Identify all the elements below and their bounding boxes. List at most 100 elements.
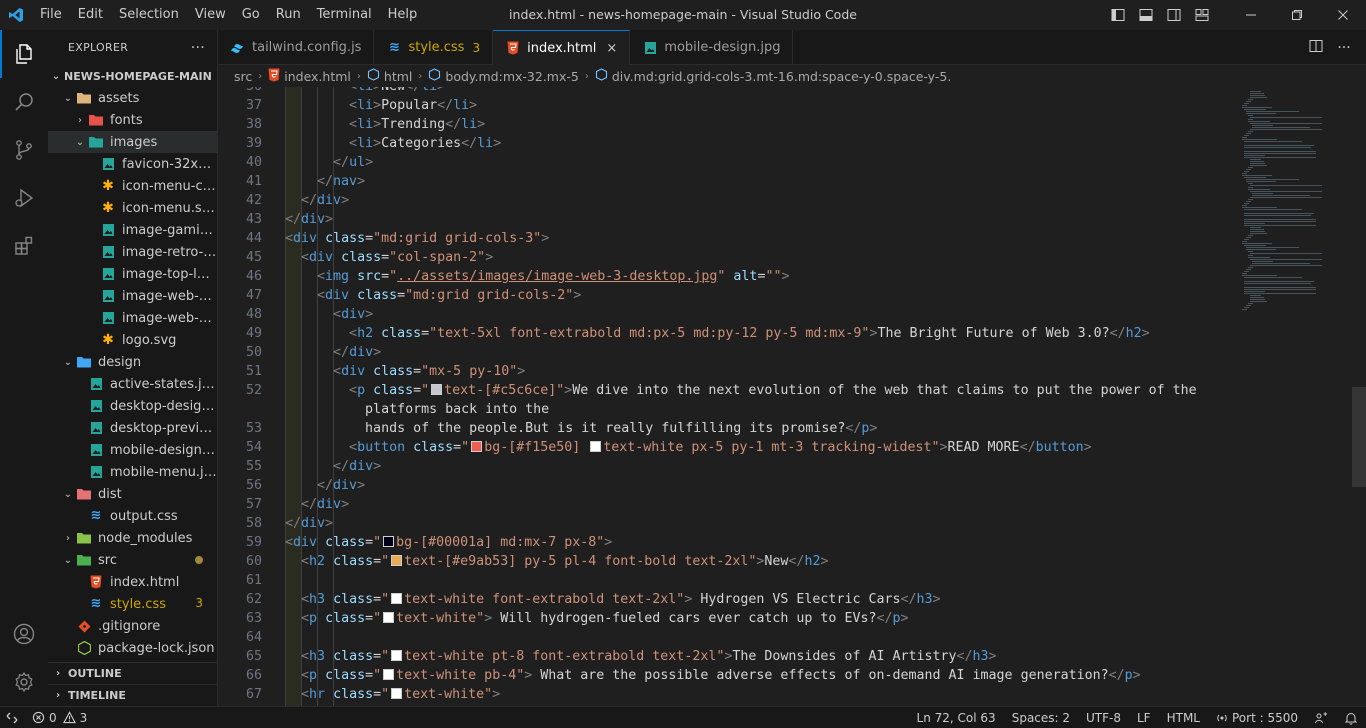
code-line[interactable]: 40 </ul> <box>218 153 1366 172</box>
code-line[interactable]: 60 <h2 class=" text-[#e9ab53] py-5 pl-4 f… <box>218 552 1366 571</box>
code-line[interactable]: 38 <li>Trending</li> <box>218 115 1366 134</box>
file-item[interactable]: mobile-menu.jpg <box>48 461 217 483</box>
code-line[interactable]: platforms back into the <box>218 400 1366 419</box>
explorer-icon[interactable] <box>0 30 48 78</box>
code-line[interactable]: 37 <li>Popular</li> <box>218 96 1366 115</box>
code-line[interactable]: 42 </div> <box>218 191 1366 210</box>
feedback-icon[interactable] <box>1306 711 1336 725</box>
code-line[interactable]: 57 </div> <box>218 495 1366 514</box>
color-swatch[interactable] <box>391 688 403 699</box>
code-line[interactable]: 67 <hr class=" text-white"> <box>218 685 1366 704</box>
code-line[interactable]: 51 <div class="mx-5 py-10"> <box>218 362 1366 381</box>
breadcrumb-item[interactable]: div.md:grid.grid-cols-3.mt-16.md:space-y… <box>612 69 951 84</box>
code-line[interactable]: 48 <div> <box>218 305 1366 324</box>
color-swatch[interactable] <box>471 441 483 452</box>
code-line[interactable]: 44 <div class="md:grid grid-cols-3"> <box>218 229 1366 248</box>
breadcrumb-item[interactable]: html <box>384 69 412 84</box>
file-item[interactable]: mobile-design.jpg <box>48 439 217 461</box>
restore-icon[interactable] <box>1274 0 1320 30</box>
toggle-primary-sidebar-icon[interactable] <box>1104 0 1132 30</box>
file-item[interactable]: image-top-lapt... <box>48 263 217 285</box>
code-line[interactable]: 54 <button class=" bg-[#f15e50] text-whit… <box>218 438 1366 457</box>
source-control-icon[interactable] <box>0 126 48 174</box>
folder-item[interactable]: ⌄ assets <box>48 87 217 109</box>
cursor-position[interactable]: Ln 72, Col 63 <box>909 707 1004 728</box>
color-swatch[interactable] <box>383 536 395 547</box>
menu-go[interactable]: Go <box>234 0 268 30</box>
code-line[interactable]: 41 </nav> <box>218 172 1366 191</box>
code-line[interactable]: 53 hands of the people.But is it really … <box>218 419 1366 438</box>
folder-item[interactable]: ⌄ dist <box>48 483 217 505</box>
code-line[interactable]: 52 <p class=" text-[#c5c6ce]">We dive int… <box>218 381 1366 400</box>
outline-section[interactable]: › OUTLINE <box>48 662 217 684</box>
tab-tailwind-config-js[interactable]: tailwind.config.js <box>218 30 375 65</box>
code-line[interactable]: 47 <div class="md:grid grid-cols-2"> <box>218 286 1366 305</box>
color-swatch[interactable] <box>590 441 602 452</box>
file-item[interactable]: package-lock.json <box>48 637 217 659</box>
split-editor-icon[interactable] <box>1302 39 1330 57</box>
file-item[interactable]: favicon-32x32.... <box>48 153 217 175</box>
folder-item[interactable]: › fonts <box>48 109 217 131</box>
minimap[interactable] <box>1242 87 1352 327</box>
color-swatch[interactable] <box>383 669 395 680</box>
menu-selection[interactable]: Selection <box>111 0 187 30</box>
menu-view[interactable]: View <box>187 0 234 30</box>
code-line[interactable]: 64 <box>218 628 1366 647</box>
indentation[interactable]: Spaces: 2 <box>1004 707 1078 728</box>
breadcrumb-item[interactable]: index.html <box>284 69 351 84</box>
code-line[interactable]: 43 </div> <box>218 210 1366 229</box>
code-line[interactable]: 62 <h3 class=" text-white font-extrabold … <box>218 590 1366 609</box>
remote-indicator-icon[interactable] <box>0 707 24 728</box>
minimize-icon[interactable] <box>1228 0 1274 30</box>
code-line[interactable]: 59 <div class=" bg-[#00001a] md:mx-7 px-8"… <box>218 533 1366 552</box>
file-item[interactable]: .gitignore <box>48 615 217 637</box>
toggle-secondary-sidebar-icon[interactable] <box>1160 0 1188 30</box>
code-line[interactable]: 58 </div> <box>218 514 1366 533</box>
file-item[interactable]: desktop-design.j... <box>48 395 217 417</box>
folder-item[interactable]: ⌄ src <box>48 549 217 571</box>
manage-gear-icon[interactable] <box>0 658 48 706</box>
code-line[interactable]: 66 <p class=" text-white pb-4"> What are … <box>218 666 1366 685</box>
color-swatch[interactable] <box>391 593 403 604</box>
menu-terminal[interactable]: Terminal <box>309 0 380 30</box>
code-line[interactable]: 46 <img src="../assets/images/image-web-… <box>218 267 1366 286</box>
color-swatch[interactable] <box>383 612 395 623</box>
extensions-icon[interactable] <box>0 222 48 270</box>
customize-layout-icon[interactable] <box>1188 0 1216 30</box>
scrollbar-thumb[interactable] <box>1352 387 1366 487</box>
file-item[interactable]: image-gaming... <box>48 219 217 241</box>
code-line[interactable]: 50 </div> <box>218 343 1366 362</box>
file-item[interactable]: ✱ logo.svg <box>48 329 217 351</box>
color-swatch[interactable] <box>431 384 443 395</box>
notifications-bell-icon[interactable] <box>1336 711 1366 725</box>
file-item[interactable]: image-web-3-... <box>48 307 217 329</box>
run-debug-icon[interactable] <box>0 174 48 222</box>
code-line[interactable]: 49 <h2 class="text-5xl font-extrabold md… <box>218 324 1366 343</box>
toggle-panel-icon[interactable] <box>1132 0 1160 30</box>
close-tab-icon[interactable]: × <box>606 41 617 56</box>
vertical-scrollbar[interactable] <box>1352 87 1366 706</box>
code-line[interactable]: 45 <div class="col-span-2"> <box>218 248 1366 267</box>
color-swatch[interactable] <box>391 555 403 566</box>
timeline-section[interactable]: › TIMELINE <box>48 684 217 706</box>
more-actions-icon[interactable]: ··· <box>191 40 205 56</box>
code-line[interactable]: 55 </div> <box>218 457 1366 476</box>
file-item[interactable]: ≋ style.css 3 <box>48 593 217 615</box>
file-item[interactable]: image-retro-pc... <box>48 241 217 263</box>
tab-mobile-design-jpg[interactable]: mobile-design.jpg <box>630 30 794 65</box>
menu-file[interactable]: File <box>32 0 70 30</box>
code-line[interactable]: 56 </div> <box>218 476 1366 495</box>
file-item[interactable]: ✱ icon-menu.svg <box>48 197 217 219</box>
file-item[interactable]: active-states.jpg <box>48 373 217 395</box>
file-item[interactable]: image-web-3-... <box>48 285 217 307</box>
code-line[interactable]: 65 <h3 class=" text-white pt-8 font-extra… <box>218 647 1366 666</box>
file-item[interactable]: ✱ icon-menu-clo... <box>48 175 217 197</box>
menu-help[interactable]: Help <box>380 0 426 30</box>
breadcrumb-item[interactable]: body.md:mx-32.mx-5 <box>445 69 578 84</box>
color-swatch[interactable] <box>391 650 403 661</box>
more-actions-icon[interactable]: ··· <box>1330 40 1358 56</box>
file-item[interactable]: desktop-previe... <box>48 417 217 439</box>
code-editor[interactable]: 36 <li>New</li>37 <li>Popular</li>38 <li… <box>218 87 1366 706</box>
menu-run[interactable]: Run <box>268 0 309 30</box>
code-line[interactable]: 61 <box>218 571 1366 590</box>
